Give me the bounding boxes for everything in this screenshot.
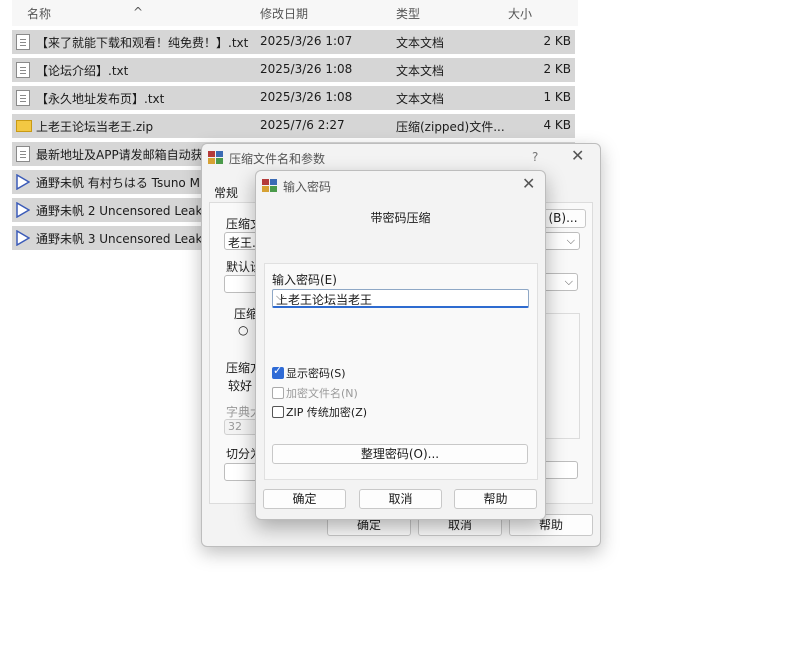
sort-ascending-icon: ^: [133, 5, 144, 19]
file-name: 通野未帆 3 Uncensored Leaked: [36, 232, 218, 246]
show-password-label: 显示密码(S): [286, 367, 346, 380]
close-icon[interactable]: ✕: [522, 174, 535, 193]
text-file-icon: [16, 34, 30, 50]
file-date: 2025/3/26 1:07: [260, 34, 353, 48]
chevron-down-icon: ⌵: [564, 275, 573, 288]
file-name: 通野未帆 有村ちはる Tsuno Mih: [36, 176, 211, 190]
file-type: 文本文档: [396, 64, 445, 78]
dialog-subtitle: 带密码压缩: [370, 211, 431, 225]
column-name[interactable]: 名称: [27, 5, 51, 22]
show-password-checkbox[interactable]: [272, 364, 284, 379]
options-group: [540, 313, 580, 439]
password-label: 输入密码(E): [272, 273, 337, 287]
format-radio-icon[interactable]: ○: [238, 323, 248, 337]
video-file-icon: [16, 174, 30, 190]
file-date: 2025/7/6 2:27: [260, 118, 345, 132]
dialog-title: 压缩文件名和参数: [229, 152, 326, 166]
file-name: 【来了就能下载和观看！纯免费！】.txt: [36, 36, 249, 50]
chevron-down-icon: ⌵: [566, 234, 575, 247]
browse-button[interactable]: (B)...: [540, 209, 586, 228]
help-icon[interactable]: ?: [532, 150, 538, 164]
text-file-icon: [16, 62, 30, 78]
explorer-column-header: ^ 名称 修改日期 类型 大小: [0, 0, 800, 26]
file-type: 文本文档: [396, 92, 445, 106]
column-size[interactable]: 大小: [508, 5, 532, 22]
file-size: 2 KB: [543, 34, 571, 48]
column-type[interactable]: 类型: [396, 5, 420, 22]
file-row[interactable]: 【永久地址发布页】.txt 2025/3/26 1:08 文本文档 1 KB: [12, 86, 575, 110]
encrypt-names-checkbox[interactable]: [272, 387, 284, 399]
chevron-down-icon[interactable]: ⌵: [276, 290, 524, 304]
cancel-button[interactable]: 取消: [359, 489, 442, 509]
zip-legacy-checkbox[interactable]: [272, 406, 284, 418]
file-name: 【论坛介绍】.txt: [36, 64, 129, 78]
file-type: 文本文档: [396, 36, 445, 50]
enter-password-dialog: 输入密码 ✕ 带密码压缩 输入密码(E) 上老王论坛当老王 ⌵ 显示密码(S) …: [255, 170, 546, 520]
video-file-icon: [16, 202, 30, 218]
file-date: 2025/3/26 1:08: [260, 90, 353, 104]
text-file-icon: [16, 90, 30, 106]
file-name: 最新地址及APP请发邮箱自动获取: [36, 148, 215, 162]
method-value[interactable]: 较好: [228, 377, 252, 394]
encrypt-names-label: 加密文件名(N): [286, 387, 358, 400]
file-name: 上老王论坛当老王.zip: [36, 120, 154, 134]
file-row[interactable]: 【来了就能下载和观看！纯免费！】.txt 2025/3/26 1:07 文本文档…: [12, 30, 575, 54]
file-row[interactable]: 上老王论坛当老王.zip 2025/7/6 2:27 压缩(zipped)文件.…: [12, 114, 575, 138]
winrar-icon: [262, 179, 278, 193]
close-icon[interactable]: ✕: [571, 146, 584, 165]
text-file-icon: [16, 146, 30, 162]
file-name: 通野未帆 2 Uncensored Leaked: [36, 204, 218, 218]
password-input[interactable]: 上老王论坛当老王 ⌵: [272, 289, 529, 308]
file-row[interactable]: 【论坛介绍】.txt 2025/3/26 1:08 文本文档 2 KB: [12, 58, 575, 82]
file-type: 压缩(zipped)文件...: [396, 120, 505, 134]
column-date[interactable]: 修改日期: [260, 5, 308, 22]
zip-legacy-label: ZIP 传统加密(Z): [286, 406, 368, 419]
dictionary-value: 32: [228, 420, 242, 433]
file-size: 1 KB: [543, 90, 571, 104]
help-button[interactable]: 帮助: [454, 489, 537, 509]
file-name: 【永久地址发布页】.txt: [36, 92, 165, 106]
dialog-title: 输入密码: [283, 180, 332, 194]
file-size: 2 KB: [543, 62, 571, 76]
file-date: 2025/3/26 1:08: [260, 62, 353, 76]
file-size: 4 KB: [543, 118, 571, 132]
ok-button[interactable]: 确定: [263, 489, 346, 509]
zip-folder-icon: [16, 120, 32, 132]
organize-passwords-button[interactable]: 整理密码(O)...: [272, 444, 528, 464]
winrar-icon: [208, 151, 224, 165]
video-file-icon: [16, 230, 30, 246]
tab-general[interactable]: 常规: [214, 184, 238, 201]
